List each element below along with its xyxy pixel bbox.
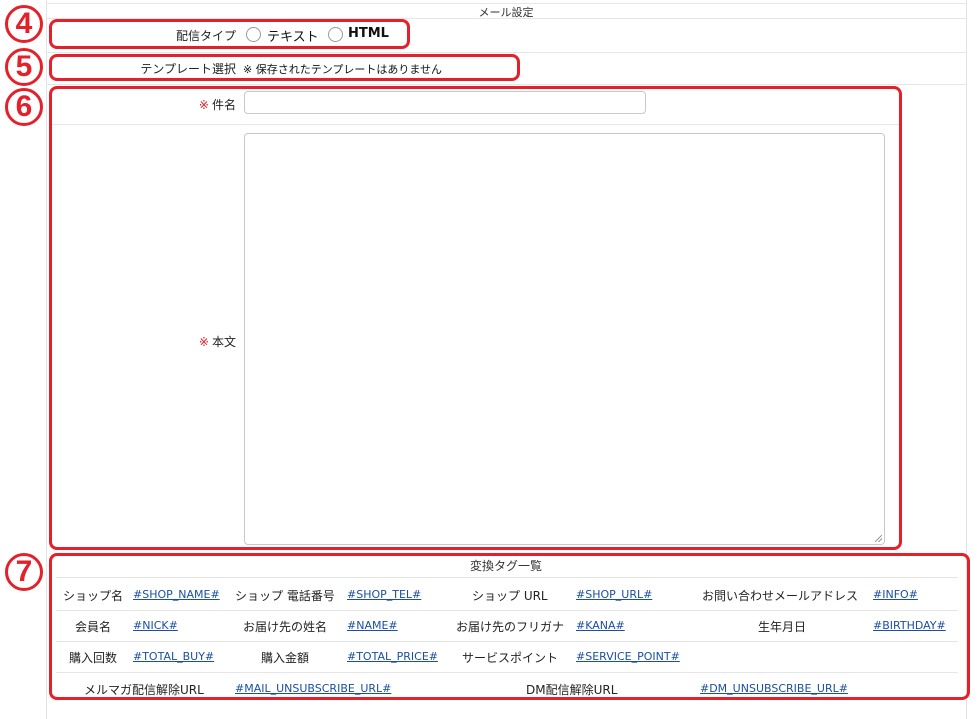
highlight-box-5 xyxy=(49,54,520,81)
divider xyxy=(46,84,966,85)
marker-6: 6 xyxy=(5,88,43,126)
highlight-box-4 xyxy=(49,19,410,49)
content-left-border xyxy=(46,0,47,719)
marker-4: 4 xyxy=(5,5,43,43)
divider xyxy=(46,52,966,53)
highlight-box-6 xyxy=(49,86,902,550)
highlight-box-7 xyxy=(49,553,970,700)
marker-5: 5 xyxy=(5,48,43,86)
marker-7: 7 xyxy=(5,553,43,591)
